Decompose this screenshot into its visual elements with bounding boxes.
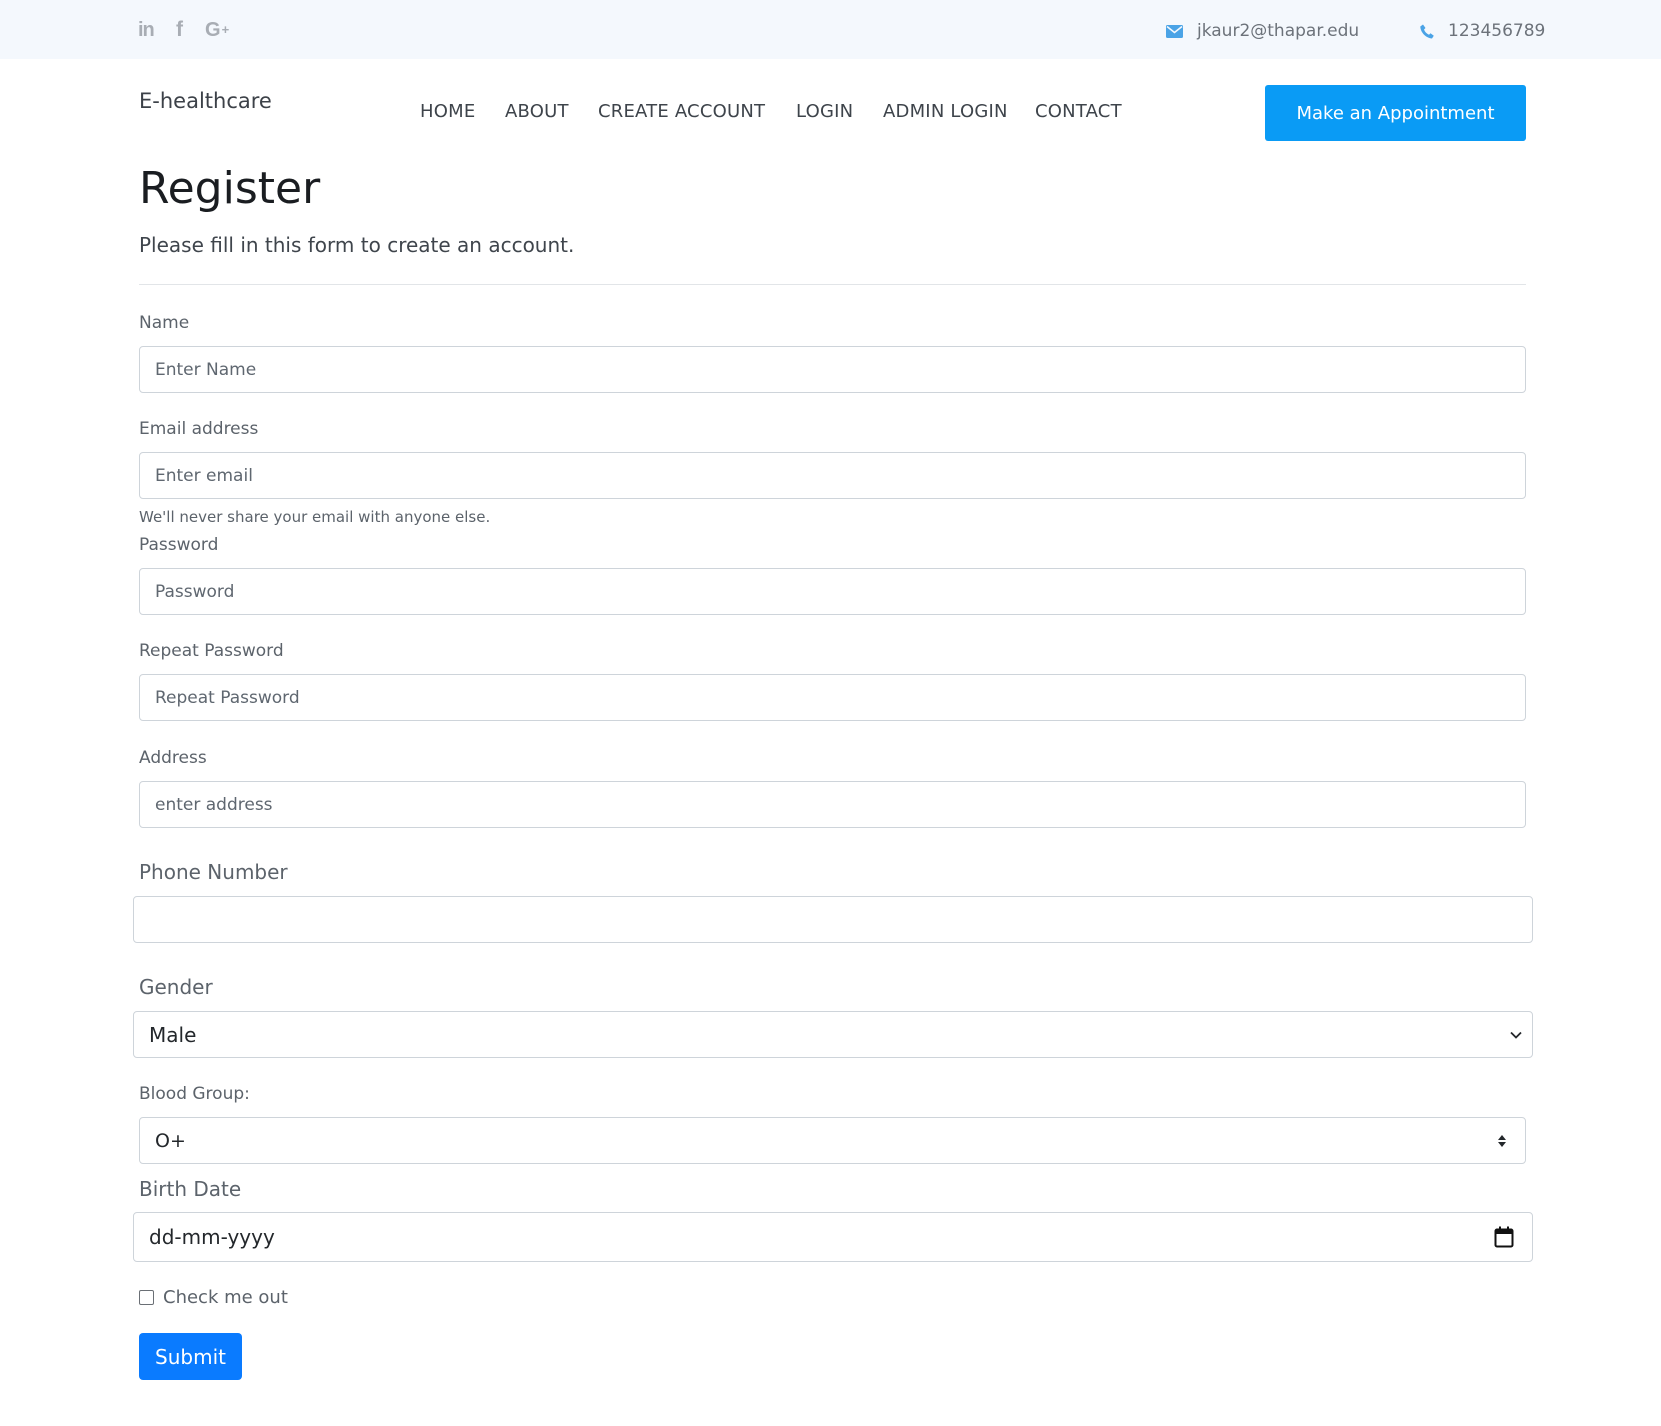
page-title: Register xyxy=(139,163,321,214)
birth-date-input[interactable]: dd-mm-yyyy xyxy=(133,1212,1533,1262)
google-plus-icon-letter: G xyxy=(205,18,221,41)
address-label: Address xyxy=(139,748,207,768)
nav-admin-login[interactable]: ADMIN LOGIN xyxy=(883,101,1008,122)
birth-date-label: Birth Date xyxy=(139,1177,242,1201)
birth-date-placeholder: dd-mm-yyyy xyxy=(149,1225,275,1249)
check-me-out-checkbox[interactable] xyxy=(139,1290,154,1305)
nav-create-account[interactable]: CREATE ACCOUNT xyxy=(598,101,765,122)
divider xyxy=(139,284,1526,285)
repeat-password-label: Repeat Password xyxy=(139,641,284,661)
address-input[interactable]: enter address xyxy=(139,781,1526,828)
nav-login[interactable]: LOGIN xyxy=(796,101,853,122)
contact-email[interactable]: jkaur2@thapar.edu xyxy=(1166,19,1359,43)
blood-group-selected: O+ xyxy=(155,1129,186,1152)
contact-phone-text: 123456789 xyxy=(1448,21,1546,41)
blood-group-select[interactable]: O+ xyxy=(139,1117,1526,1164)
gender-selected: Male xyxy=(149,1022,197,1047)
check-me-out-label[interactable]: Check me out xyxy=(163,1287,288,1308)
gender-label: Gender xyxy=(139,975,213,999)
phone-input[interactable] xyxy=(133,896,1533,943)
contact-phone[interactable]: 123456789 xyxy=(1420,19,1545,43)
repeat-password-input[interactable]: Repeat Password xyxy=(139,674,1526,721)
facebook-icon[interactable]: f xyxy=(176,18,183,42)
envelope-icon xyxy=(1166,24,1183,38)
top-bar: in f G + jkaur2@thapar.edu 123456789 xyxy=(0,0,1661,59)
calendar-icon[interactable] xyxy=(1494,1226,1514,1248)
make-appointment-button[interactable]: Make an Appointment xyxy=(1265,85,1526,141)
linkedin-icon[interactable]: in xyxy=(138,18,155,42)
nav-about[interactable]: ABOUT xyxy=(505,101,569,122)
address-placeholder: enter address xyxy=(155,794,273,815)
nav-contact[interactable]: CONTACT xyxy=(1035,101,1122,122)
phone-label: Phone Number xyxy=(139,860,288,884)
password-input[interactable]: Password xyxy=(139,568,1526,615)
contact-email-text: jkaur2@thapar.edu xyxy=(1197,21,1360,41)
password-label: Password xyxy=(139,535,219,555)
phone-icon xyxy=(1420,24,1434,38)
page-subtitle: Please fill in this form to create an ac… xyxy=(139,233,575,257)
sort-arrows-icon xyxy=(1498,1134,1506,1147)
brand-logo[interactable]: E-healthcare xyxy=(139,89,272,113)
name-label: Name xyxy=(139,313,190,333)
chevron-down-icon xyxy=(1510,1031,1522,1039)
google-plus-icon[interactable]: G + xyxy=(205,18,229,42)
name-input[interactable]: Enter Name xyxy=(139,346,1526,393)
nav-home[interactable]: HOME xyxy=(420,101,475,122)
gender-select[interactable]: Male xyxy=(133,1011,1533,1058)
email-input[interactable]: Enter email xyxy=(139,452,1526,499)
email-help-text: We'll never share your email with anyone… xyxy=(139,508,491,526)
name-placeholder: Enter Name xyxy=(155,359,257,380)
google-plus-icon-plus: + xyxy=(221,21,230,37)
email-label: Email address xyxy=(139,419,259,439)
blood-group-label: Blood Group: xyxy=(139,1084,250,1104)
password-placeholder: Password xyxy=(155,581,235,602)
repeat-password-placeholder: Repeat Password xyxy=(155,687,300,708)
email-placeholder: Enter email xyxy=(155,465,253,486)
check-me-out-row: Check me out xyxy=(139,1287,288,1308)
submit-button[interactable]: Submit xyxy=(139,1333,242,1380)
